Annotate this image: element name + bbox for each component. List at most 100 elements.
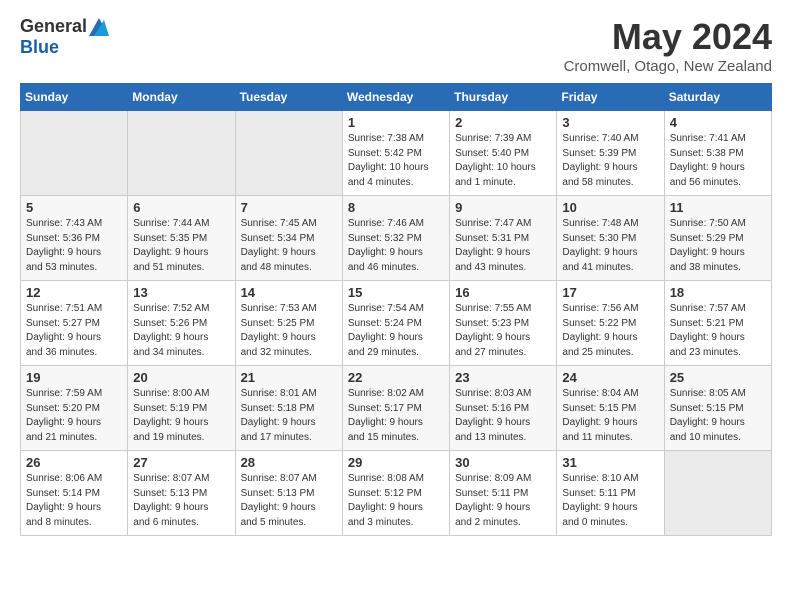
- day-number: 1: [348, 115, 444, 130]
- calendar-cell: 13Sunrise: 7:52 AMSunset: 5:26 PMDayligh…: [128, 281, 235, 366]
- cell-info: Sunrise: 8:01 AMSunset: 5:18 PMDaylight:…: [241, 387, 337, 445]
- cell-info: Sunrise: 7:40 AMSunset: 5:39 PMDaylight:…: [562, 132, 658, 190]
- calendar-cell: 14 Sunrise: 7:53 AMSunset: 5:25 PMDayligh…: [235, 281, 342, 366]
- cell-info: Sunrise: 8:10 AMSunset: 5:11 PMDaylight:…: [562, 472, 658, 530]
- calendar-cell: 12Sunrise: 7:51 AMSunset: 5:27 PMDayligh…: [21, 281, 128, 366]
- cell-info: Sunrise: 7:45 AMSunset: 5:34 PMDaylight:…: [241, 217, 337, 275]
- calendar-cell: 26Sunrise: 8:06 AMSunset: 5:14 PMDayligh…: [21, 451, 128, 536]
- title-block: May 2024 Cromwell, Otago, New Zealand: [564, 16, 772, 75]
- cell-info: Sunrise: 7:44 AMSunset: 5:35 PMDaylight:…: [133, 217, 229, 275]
- calendar-cell: 31 Sunrise: 8:10 AMSunset: 5:11 PMDayligh…: [557, 451, 664, 536]
- calendar-cell: 20 Sunrise: 8:00 AMSunset: 5:19 PMDayligh…: [128, 366, 235, 451]
- week-row-4: 19Sunrise: 7:59 AMSunset: 5:20 PMDayligh…: [21, 366, 772, 451]
- calendar-cell: 9 Sunrise: 7:47 AMSunset: 5:31 PMDaylight…: [450, 196, 557, 281]
- cell-info: Sunrise: 8:07 AMSunset: 5:13 PMDaylight:…: [241, 472, 337, 530]
- day-number: 14: [241, 285, 337, 300]
- cell-info: Sunrise: 7:43 AMSunset: 5:36 PMDaylight:…: [26, 217, 122, 275]
- calendar-cell: [128, 111, 235, 196]
- day-number: 3: [562, 115, 658, 130]
- day-number: 6: [133, 200, 229, 215]
- day-header-thursday: Thursday: [450, 84, 557, 111]
- calendar-cell: [21, 111, 128, 196]
- header: General Blue May 2024 Cromwell, Otago, N…: [20, 16, 772, 75]
- calendar-cell: 6 Sunrise: 7:44 AMSunset: 5:35 PMDaylight…: [128, 196, 235, 281]
- cell-info: Sunrise: 7:54 AMSunset: 5:24 PMDaylight:…: [348, 302, 444, 360]
- month-title: May 2024: [564, 16, 772, 58]
- calendar-cell: 2Sunrise: 7:39 AMSunset: 5:40 PMDaylight…: [450, 111, 557, 196]
- day-number: 16: [455, 285, 551, 300]
- calendar-cell: 10 Sunrise: 7:48 AMSunset: 5:30 PMDayligh…: [557, 196, 664, 281]
- week-row-5: 26Sunrise: 8:06 AMSunset: 5:14 PMDayligh…: [21, 451, 772, 536]
- day-number: 30: [455, 455, 551, 470]
- cell-info: Sunrise: 7:46 AMSunset: 5:32 PMDaylight:…: [348, 217, 444, 275]
- calendar-cell: 19Sunrise: 7:59 AMSunset: 5:20 PMDayligh…: [21, 366, 128, 451]
- week-row-1: 1Sunrise: 7:38 AMSunset: 5:42 PMDaylight…: [21, 111, 772, 196]
- logo-blue-text: Blue: [20, 37, 59, 58]
- day-number: 29: [348, 455, 444, 470]
- day-number: 23: [455, 370, 551, 385]
- day-number: 11: [670, 200, 766, 215]
- header-row: SundayMondayTuesdayWednesdayThursdayFrid…: [21, 84, 772, 111]
- cell-info: Sunrise: 7:41 AMSunset: 5:38 PMDaylight:…: [670, 132, 766, 190]
- cell-info: Sunrise: 7:51 AMSunset: 5:27 PMDaylight:…: [26, 302, 122, 360]
- calendar-cell: 21 Sunrise: 8:01 AMSunset: 5:18 PMDayligh…: [235, 366, 342, 451]
- day-number: 28: [241, 455, 337, 470]
- calendar-cell: 1Sunrise: 7:38 AMSunset: 5:42 PMDaylight…: [342, 111, 449, 196]
- calendar-table: SundayMondayTuesdayWednesdayThursdayFrid…: [20, 83, 772, 536]
- day-header-friday: Friday: [557, 84, 664, 111]
- day-number: 26: [26, 455, 122, 470]
- calendar-cell: 7 Sunrise: 7:45 AMSunset: 5:34 PMDaylight…: [235, 196, 342, 281]
- cell-info: Sunrise: 7:53 AMSunset: 5:25 PMDaylight:…: [241, 302, 337, 360]
- cell-info: Sunrise: 8:00 AMSunset: 5:19 PMDaylight:…: [133, 387, 229, 445]
- day-header-sunday: Sunday: [21, 84, 128, 111]
- calendar-cell: 27 Sunrise: 8:07 AMSunset: 5:13 PMDayligh…: [128, 451, 235, 536]
- calendar-cell: 29 Sunrise: 8:08 AMSunset: 5:12 PMDayligh…: [342, 451, 449, 536]
- cell-info: Sunrise: 8:04 AMSunset: 5:15 PMDaylight:…: [562, 387, 658, 445]
- cell-info: Sunrise: 8:05 AMSunset: 5:15 PMDaylight:…: [670, 387, 766, 445]
- day-header-wednesday: Wednesday: [342, 84, 449, 111]
- logo-general-text: General: [20, 16, 87, 37]
- day-header-monday: Monday: [128, 84, 235, 111]
- day-number: 18: [670, 285, 766, 300]
- calendar-cell: 15 Sunrise: 7:54 AMSunset: 5:24 PMDayligh…: [342, 281, 449, 366]
- cell-info: Sunrise: 8:03 AMSunset: 5:16 PMDaylight:…: [455, 387, 551, 445]
- cell-info: Sunrise: 8:07 AMSunset: 5:13 PMDaylight:…: [133, 472, 229, 530]
- day-number: 21: [241, 370, 337, 385]
- location: Cromwell, Otago, New Zealand: [564, 58, 772, 75]
- calendar-cell: [664, 451, 771, 536]
- day-number: 19: [26, 370, 122, 385]
- day-number: 22: [348, 370, 444, 385]
- calendar-cell: 23 Sunrise: 8:03 AMSunset: 5:16 PMDayligh…: [450, 366, 557, 451]
- cell-info: Sunrise: 8:08 AMSunset: 5:12 PMDaylight:…: [348, 472, 444, 530]
- cell-info: Sunrise: 8:02 AMSunset: 5:17 PMDaylight:…: [348, 387, 444, 445]
- day-number: 9: [455, 200, 551, 215]
- day-number: 7: [241, 200, 337, 215]
- day-number: 15: [348, 285, 444, 300]
- day-number: 10: [562, 200, 658, 215]
- logo: General Blue: [20, 16, 109, 58]
- logo-icon: [89, 18, 109, 36]
- week-row-2: 5 Sunrise: 7:43 AMSunset: 5:36 PMDaylight…: [21, 196, 772, 281]
- day-number: 17: [562, 285, 658, 300]
- day-number: 27: [133, 455, 229, 470]
- calendar-cell: 30 Sunrise: 8:09 AMSunset: 5:11 PMDayligh…: [450, 451, 557, 536]
- calendar-cell: 8Sunrise: 7:46 AMSunset: 5:32 PMDaylight…: [342, 196, 449, 281]
- cell-info: Sunrise: 7:56 AMSunset: 5:22 PMDaylight:…: [562, 302, 658, 360]
- calendar-cell: 5 Sunrise: 7:43 AMSunset: 5:36 PMDaylight…: [21, 196, 128, 281]
- calendar-cell: 24 Sunrise: 8:04 AMSunset: 5:15 PMDayligh…: [557, 366, 664, 451]
- calendar-cell: [235, 111, 342, 196]
- cell-info: Sunrise: 7:55 AMSunset: 5:23 PMDaylight:…: [455, 302, 551, 360]
- day-header-tuesday: Tuesday: [235, 84, 342, 111]
- day-header-saturday: Saturday: [664, 84, 771, 111]
- cell-info: Sunrise: 7:47 AMSunset: 5:31 PMDaylight:…: [455, 217, 551, 275]
- day-number: 5: [26, 200, 122, 215]
- cell-info: Sunrise: 8:09 AMSunset: 5:11 PMDaylight:…: [455, 472, 551, 530]
- calendar-cell: 17 Sunrise: 7:56 AMSunset: 5:22 PMDayligh…: [557, 281, 664, 366]
- calendar-cell: 18Sunrise: 7:57 AMSunset: 5:21 PMDayligh…: [664, 281, 771, 366]
- day-number: 24: [562, 370, 658, 385]
- calendar-cell: 25Sunrise: 8:05 AMSunset: 5:15 PMDayligh…: [664, 366, 771, 451]
- day-number: 20: [133, 370, 229, 385]
- day-number: 31: [562, 455, 658, 470]
- cell-info: Sunrise: 7:48 AMSunset: 5:30 PMDaylight:…: [562, 217, 658, 275]
- day-number: 13: [133, 285, 229, 300]
